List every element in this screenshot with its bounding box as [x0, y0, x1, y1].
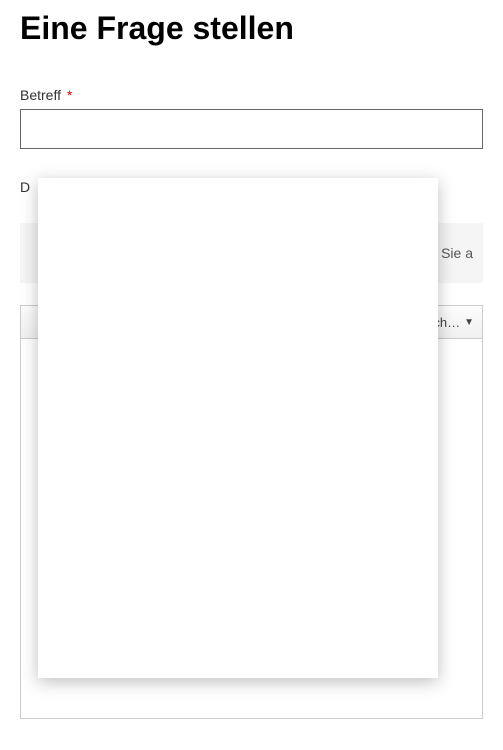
chevron-down-icon: ▼ [464, 317, 474, 328]
suggestions-popup[interactable] [38, 178, 438, 678]
subject-label: Betreff * [20, 87, 483, 103]
page-title: Eine Frage stellen [20, 10, 483, 47]
subject-input[interactable] [20, 109, 483, 149]
subject-label-text: Betreff [20, 87, 61, 103]
required-asterisk: * [67, 87, 72, 103]
